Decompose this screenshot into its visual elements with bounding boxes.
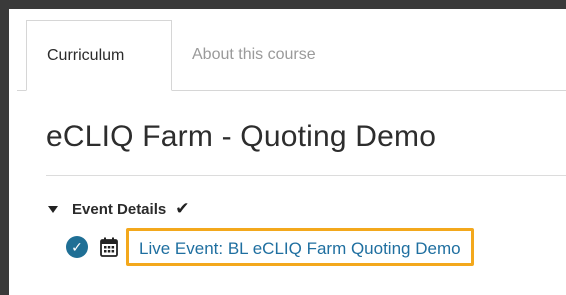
section-header-event-details[interactable]: Event Details ✔ bbox=[46, 198, 189, 220]
calendar-icon bbox=[100, 237, 118, 257]
divider bbox=[46, 175, 566, 176]
tab-bar: Curriculum About this course bbox=[17, 20, 566, 91]
section-title: Event Details bbox=[72, 200, 167, 218]
caret-down-icon bbox=[48, 205, 58, 213]
tab-about-this-course[interactable]: About this course bbox=[192, 20, 316, 90]
page-title: eCLIQ Farm - Quoting Demo bbox=[46, 120, 437, 153]
live-event-link[interactable]: Live Event: BL eCLIQ Farm Quoting Demo bbox=[126, 228, 474, 266]
checkmark-icon: ✔ bbox=[175, 199, 190, 218]
completed-check-icon: ✓ bbox=[66, 236, 88, 258]
tab-curriculum[interactable]: Curriculum bbox=[26, 20, 172, 91]
list-item: ✓ Live Event: BL eCLIQ Farm Quoting Demo bbox=[66, 226, 474, 268]
